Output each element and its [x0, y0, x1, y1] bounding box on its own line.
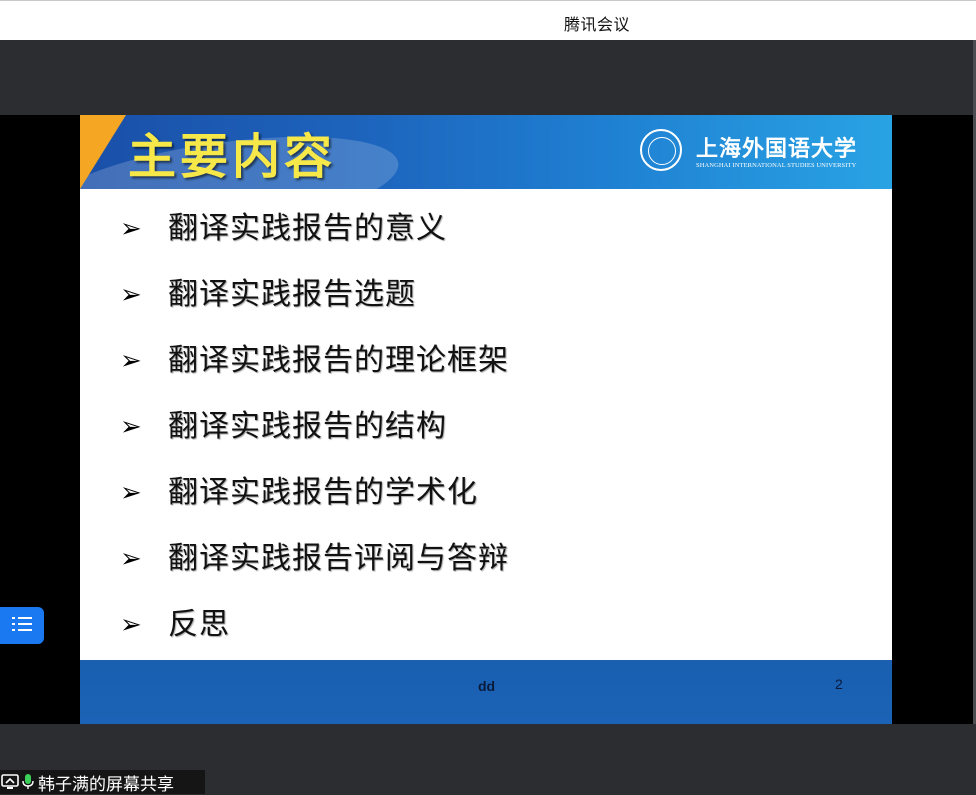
slide-header: 主要内容 上海外国语大学 SHANGHAI INTERNATIONAL STUD… — [80, 115, 892, 189]
arrow-bullet-icon: ➢ — [120, 346, 142, 376]
list-item-text: 翻译实践报告的理论框架 — [168, 343, 509, 378]
microphone-icon — [22, 774, 34, 789]
arrow-bullet-icon: ➢ — [120, 214, 142, 244]
list-item-text: 反思 — [168, 607, 230, 642]
university-name: 上海外国语大学 — [696, 136, 858, 162]
screen-share-label: 韩子满的屏幕共享 — [0, 770, 205, 795]
university-seal-icon — [640, 129, 682, 171]
window-title: 腾讯会议 — [563, 15, 630, 34]
arrow-bullet-icon: ➢ — [120, 544, 142, 574]
slide-page-number: 2 — [835, 676, 843, 692]
list-icon — [12, 617, 32, 635]
list-item: ➢ 翻译实践报告评阅与答辩 — [120, 537, 509, 603]
slide-footer: dd 2 — [80, 660, 892, 724]
slide-title: 主要内容 — [128, 129, 337, 185]
title-bar: 腾讯会议 — [0, 0, 976, 40]
list-item: ➢ 翻译实践报告的理论框架 — [120, 339, 509, 405]
list-item: ➢ 翻译实践报告的结构 — [120, 405, 509, 471]
content-list: ➢ 翻译实践报告的意义 ➢ 翻译实践报告选题 ➢ 翻译实践报告的理论框架 ➢ 翻… — [120, 207, 509, 669]
list-item-text: 翻译实践报告的结构 — [168, 409, 447, 444]
screen-share-text: 韩子满的屏幕共享 — [38, 774, 174, 795]
arrow-bullet-icon: ➢ — [120, 280, 142, 310]
table-of-contents-button[interactable] — [0, 607, 44, 644]
list-item-text: 翻译实践报告的意义 — [168, 211, 447, 246]
arrow-bullet-icon: ➢ — [120, 478, 142, 508]
arrow-bullet-icon: ➢ — [120, 610, 142, 640]
arrow-bullet-icon: ➢ — [120, 412, 142, 442]
footer-text: dd — [478, 678, 496, 694]
list-item-text: 翻译实践报告的学术化 — [168, 475, 478, 510]
screen-share-icon — [1, 774, 19, 789]
list-item-text: 翻译实践报告评阅与答辩 — [168, 541, 509, 576]
university-english-name: SHANGHAI INTERNATIONAL STUDIES UNIVERSIT… — [696, 162, 857, 169]
list-item: ➢ 翻译实践报告选题 — [120, 273, 509, 339]
university-logo: 上海外国语大学 SHANGHAI INTERNATIONAL STUDIES U… — [640, 129, 880, 175]
list-item: ➢ 翻译实践报告的学术化 — [120, 471, 509, 537]
header-orange-tab — [80, 115, 126, 189]
list-item-text: 翻译实践报告选题 — [168, 277, 416, 312]
list-item: ➢ 翻译实践报告的意义 — [120, 207, 509, 273]
top-toolbar-area — [0, 40, 976, 115]
presentation-slide: 主要内容 上海外国语大学 SHANGHAI INTERNATIONAL STUD… — [80, 115, 892, 724]
